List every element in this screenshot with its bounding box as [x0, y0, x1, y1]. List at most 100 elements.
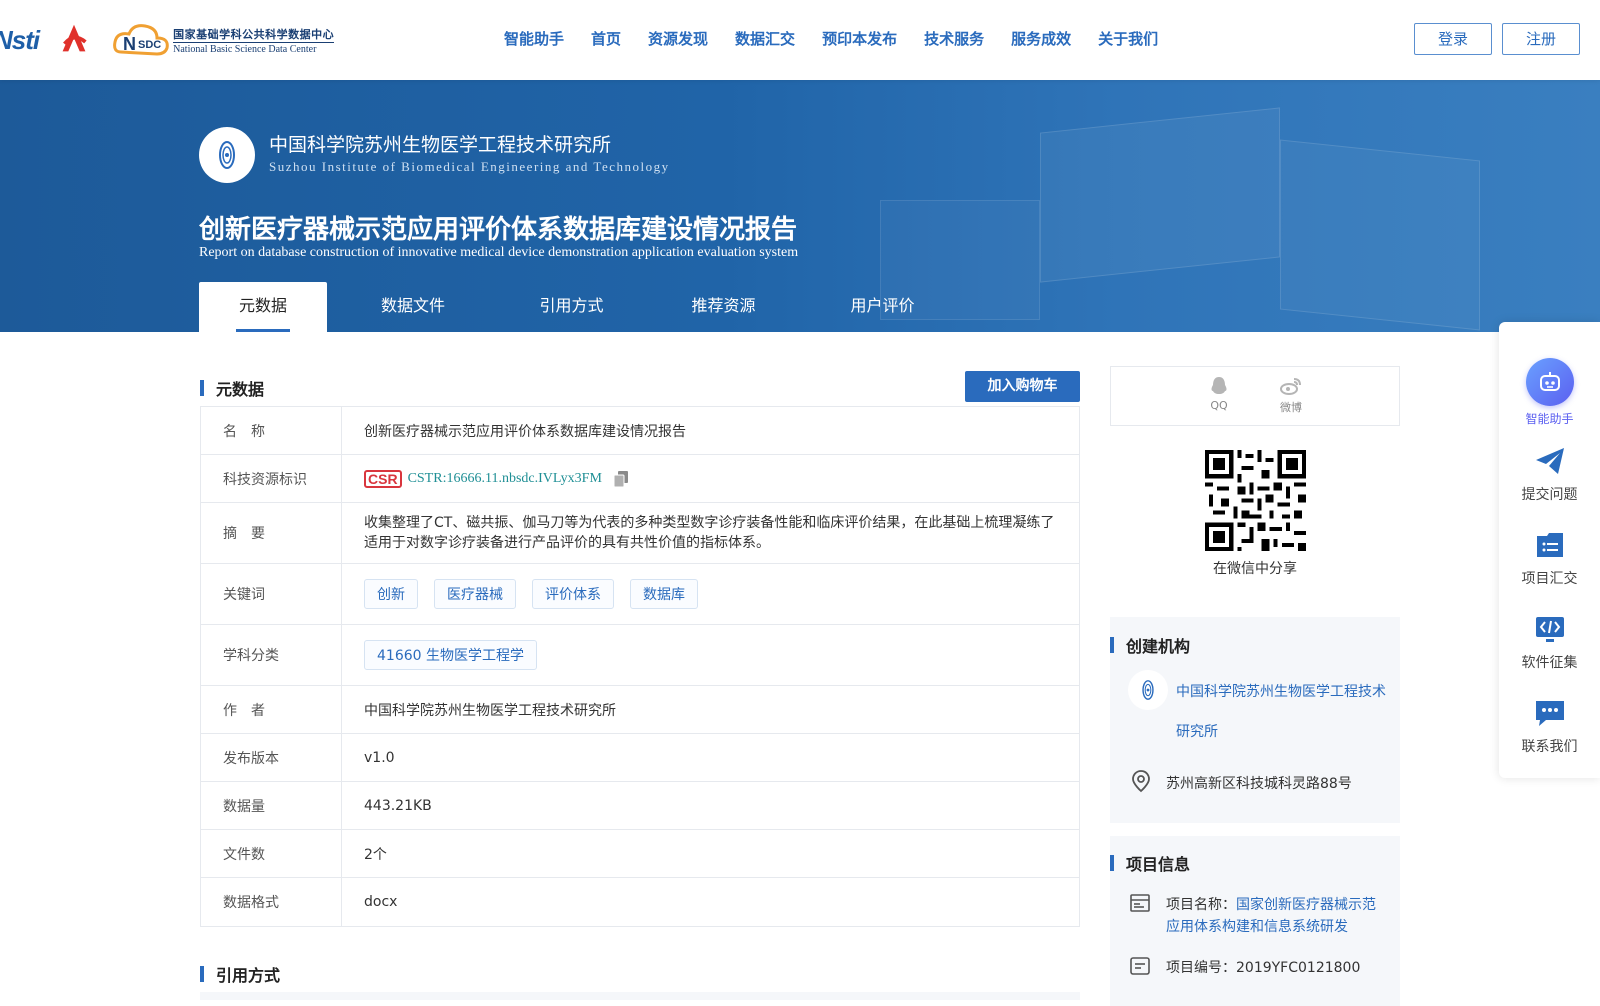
row-label: 数据格式: [201, 878, 342, 926]
float-project-label: 项目汇交: [1521, 571, 1578, 587]
org-name-link[interactable]: 中国科学院苏州生物医学工程技术研究所: [1176, 672, 1386, 752]
add-to-cart-button[interactable]: 加入购物车: [965, 371, 1080, 402]
cstr-logo: CSR: [364, 469, 402, 488]
keyword-tag[interactable]: 创新: [364, 579, 418, 609]
nsti-logo[interactable]: Nsti: [0, 25, 40, 56]
float-ai-label: 智能助手: [1525, 412, 1574, 426]
svg-text:SDC: SDC: [138, 39, 161, 51]
tab-citation[interactable]: 引用方式: [499, 282, 644, 332]
float-submit-label: 提交问题: [1521, 487, 1578, 503]
keyword-tag[interactable]: 评价体系: [532, 579, 614, 609]
share-qq[interactable]: QQ: [1199, 375, 1239, 412]
dataset-title-cn: 创新医疗器械示范应用评价体系数据库建设情况报告: [199, 215, 798, 245]
detail-tabs: 元数据 数据文件 引用方式 推荐资源 用户评价: [199, 282, 962, 332]
institute-name-cn: 中国科学院苏州生物医学工程技术研究所: [269, 134, 612, 156]
row-label: 摘 要: [201, 503, 342, 563]
table-row: 数据格式 docx: [201, 878, 1079, 926]
row-label: 关键词: [201, 564, 342, 624]
project-number-row: 项目编号：2019YFC0121800: [1130, 957, 1382, 979]
svg-text:N: N: [123, 34, 136, 54]
float-ai-assistant[interactable]: 智能助手: [1499, 358, 1600, 427]
weibo-icon: [1280, 378, 1301, 395]
keyword-tag[interactable]: 数据库: [630, 579, 698, 609]
org-logo: [1128, 670, 1168, 710]
banner-decoration: [1040, 107, 1280, 283]
table-row: 学科分类 41660 生物医学工程学: [201, 625, 1079, 686]
row-value: 443.21KB: [364, 797, 432, 814]
float-software-call[interactable]: 软件征集: [1499, 614, 1600, 672]
row-value: 2个: [364, 846, 387, 863]
tab-user-reviews[interactable]: 用户评价: [803, 282, 962, 332]
cas-logo-icon[interactable]: [55, 22, 93, 58]
row-label: 文件数: [201, 830, 342, 877]
creator-section-title: 创建机构: [1110, 633, 1190, 657]
code-window-icon: [1535, 617, 1564, 642]
tab-metadata[interactable]: 元数据: [199, 282, 327, 332]
row-value: 创新医疗器械示范应用评价体系数据库建设情况报告: [364, 423, 686, 440]
nav-resource-discovery[interactable]: 资源发现: [648, 28, 708, 49]
keyword-tag[interactable]: 医疗器械: [434, 579, 516, 609]
metadata-table: 名 称 创新医疗器械示范应用评价体系数据库建设情况报告 科技资源标识 CSR C…: [200, 406, 1080, 927]
row-label: 名 称: [201, 407, 342, 454]
creator-panel: 创建机构 中国科学院苏州生物医学工程技术研究所 苏州高新区科技城科灵路88号: [1110, 617, 1400, 823]
project-number: 项目编号：2019YFC0121800: [1166, 957, 1382, 979]
nav-tech-service[interactable]: 技术服务: [924, 28, 984, 49]
section-marker: [200, 380, 204, 396]
tab-recommended[interactable]: 推荐资源: [644, 282, 803, 332]
nsdc-logo[interactable]: N SDC 国家基础学科公共科学数据中心 National Basic Scie…: [111, 20, 335, 60]
logo-group: Nsti N SDC 国家基础学科公共科学数据中心 National Basic…: [0, 18, 335, 62]
table-row: 数据量 443.21KB: [201, 782, 1079, 830]
project-name: 项目名称：国家创新医疗器械示范应用体系构建和信息系统研发: [1166, 894, 1382, 938]
wechat-share-caption: 在微信中分享: [1213, 561, 1297, 577]
row-value: 41660 生物医学工程学: [342, 625, 1079, 685]
project-number-value: 2019YFC0121800: [1236, 960, 1361, 976]
section-title-text: 元数据: [216, 380, 265, 399]
paper-plane-icon: [1535, 448, 1564, 474]
table-row: 作 者 中国科学院苏州生物医学工程技术研究所: [201, 686, 1079, 734]
nav-data-submission[interactable]: 数据汇交: [735, 28, 795, 49]
row-label: 数据量: [201, 782, 342, 829]
nav-about[interactable]: 关于我们: [1098, 28, 1158, 49]
project-card-icon: [1130, 894, 1150, 912]
nsdc-logo-cn: 国家基础学科公共科学数据中心: [173, 27, 335, 41]
row-value: docx: [364, 894, 398, 910]
sibet-logo-icon: [1142, 680, 1154, 700]
nav-service-results[interactable]: 服务成效: [1011, 28, 1071, 49]
nav-home[interactable]: 首页: [591, 28, 621, 49]
folder-list-icon: [1536, 533, 1563, 557]
register-button[interactable]: 注册: [1502, 23, 1580, 55]
section-marker: [1110, 855, 1114, 871]
share-weibo[interactable]: 微博: [1271, 375, 1311, 415]
row-value: 中国科学院苏州生物医学工程技术研究所: [364, 702, 616, 719]
float-submit-question[interactable]: 提交问题: [1499, 446, 1600, 504]
tab-data-files[interactable]: 数据文件: [327, 282, 499, 332]
table-row: 关键词 创新 医疗器械 评价体系 数据库: [201, 564, 1079, 625]
dataset-banner: 中国科学院苏州生物医学工程技术研究所 Suzhou Institute of B…: [0, 80, 1600, 332]
citation-section-title: 引用方式: [200, 962, 280, 986]
section-marker: [200, 966, 204, 982]
nsdc-logo-en: National Basic Science Data Center: [173, 41, 335, 55]
subject-tag[interactable]: 41660 生物医学工程学: [364, 640, 537, 670]
table-row: 名 称 创新医疗器械示范应用评价体系数据库建设情况报告: [201, 407, 1079, 455]
qq-icon: [1211, 377, 1227, 394]
login-button[interactable]: 登录: [1414, 23, 1492, 55]
nav-preprint[interactable]: 预印本发布: [822, 28, 897, 49]
nsdc-cloud-icon: N SDC: [113, 24, 169, 56]
row-label: 科技资源标识: [201, 455, 342, 502]
project-name-row: 项目名称：国家创新医疗器械示范应用体系构建和信息系统研发: [1130, 894, 1382, 938]
project-section-title: 项目信息: [1110, 851, 1190, 875]
table-row: 科技资源标识 CSR CSTR:16666.11.nbsdc.IVLyx3FM: [201, 455, 1079, 503]
nav-ai-assistant[interactable]: 智能助手: [504, 28, 564, 49]
copy-icon[interactable]: [613, 470, 628, 487]
table-row: 摘 要 收集整理了CT、磁共振、伽马刀等为代表的多种类型数字诊疗装备性能和临床评…: [201, 503, 1079, 564]
section-title-text: 引用方式: [216, 966, 281, 985]
metadata-section-title: 元数据: [200, 376, 264, 400]
float-contact-us[interactable]: 联系我们: [1499, 698, 1600, 756]
project-number-icon: [1130, 957, 1150, 975]
row-value: CSR CSTR:16666.11.nbsdc.IVLyx3FM: [342, 455, 1079, 502]
float-contact-label: 联系我们: [1521, 739, 1578, 755]
row-label: 学科分类: [201, 625, 342, 685]
cstr-identifier-link[interactable]: CSTR:16666.11.nbsdc.IVLyx3FM: [408, 471, 602, 487]
chat-bubble-icon: [1535, 701, 1564, 726]
float-project-submission[interactable]: 项目汇交: [1499, 530, 1600, 588]
